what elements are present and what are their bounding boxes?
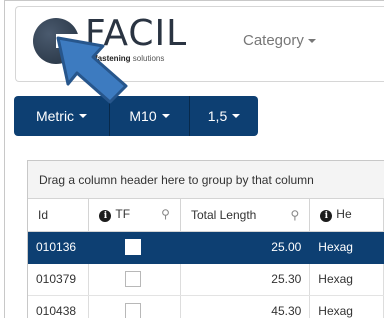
column-header-tf[interactable]: i TF ⚲ — [88, 199, 181, 232]
filter-icon[interactable]: ⚲ — [161, 207, 170, 221]
table-row[interactable]: 010136 25.00 Hexag — [28, 231, 384, 264]
info-icon[interactable]: i — [320, 210, 333, 223]
category-label: Category — [243, 32, 304, 49]
column-header-id[interactable]: Id — [28, 199, 90, 232]
cell-head: Hexag — [309, 295, 384, 318]
table-row[interactable]: 010438 45.30 Hexag — [28, 295, 384, 318]
chevron-down-icon — [232, 114, 241, 118]
tf-checkbox[interactable] — [125, 239, 142, 255]
tf-checkbox[interactable] — [125, 271, 142, 287]
cell-total-length: 25.00 — [180, 231, 311, 264]
cell-tf — [88, 231, 181, 264]
logo-brand: FACIL — [85, 13, 188, 54]
metric-dropdown-button[interactable]: Metric — [14, 96, 110, 136]
size-dropdown-button[interactable]: M10 — [110, 96, 190, 136]
cell-id: 010136 — [28, 231, 90, 264]
group-by-drop-zone[interactable]: Drag a column header here to group by th… — [28, 161, 384, 199]
cell-id: 010379 — [28, 263, 90, 296]
table-header-row: Id i TF ⚲ Total Length ⚲ i He — [28, 199, 384, 232]
cell-tf — [88, 263, 181, 296]
product-table: Id i TF ⚲ Total Length ⚲ i He 010136 25.00 H… — [28, 199, 384, 318]
logo-mark-icon — [33, 18, 82, 64]
filter-icon[interactable]: ⚲ — [291, 208, 300, 222]
cell-total-length: 25.30 — [180, 263, 311, 296]
logo-tagline: fastening solutions — [95, 54, 165, 63]
cell-total-length: 45.30 — [180, 295, 311, 318]
table-row[interactable]: 010379 25.30 Hexag — [28, 263, 384, 296]
column-header-head[interactable]: i He — [309, 199, 384, 232]
pitch-dropdown-button[interactable]: 1,5 — [190, 96, 258, 136]
facil-logo[interactable]: FACIL fastening solutions — [33, 13, 213, 66]
category-dropdown[interactable]: Category — [243, 32, 316, 49]
cell-head: Hexag — [309, 231, 384, 264]
chevron-down-icon — [307, 39, 316, 44]
chevron-down-icon — [161, 114, 170, 118]
tf-checkbox[interactable] — [125, 303, 142, 318]
info-icon[interactable]: i — [99, 210, 112, 223]
cell-id: 010438 — [28, 295, 90, 318]
cell-tf — [88, 295, 181, 318]
chevron-down-icon — [79, 114, 88, 118]
product-grid: Drag a column header here to group by th… — [27, 160, 384, 318]
cell-head: Hexag — [309, 263, 384, 296]
filter-button-group: Metric M10 1,5 — [14, 96, 258, 136]
column-header-total-length[interactable]: Total Length ⚲ — [180, 199, 311, 232]
